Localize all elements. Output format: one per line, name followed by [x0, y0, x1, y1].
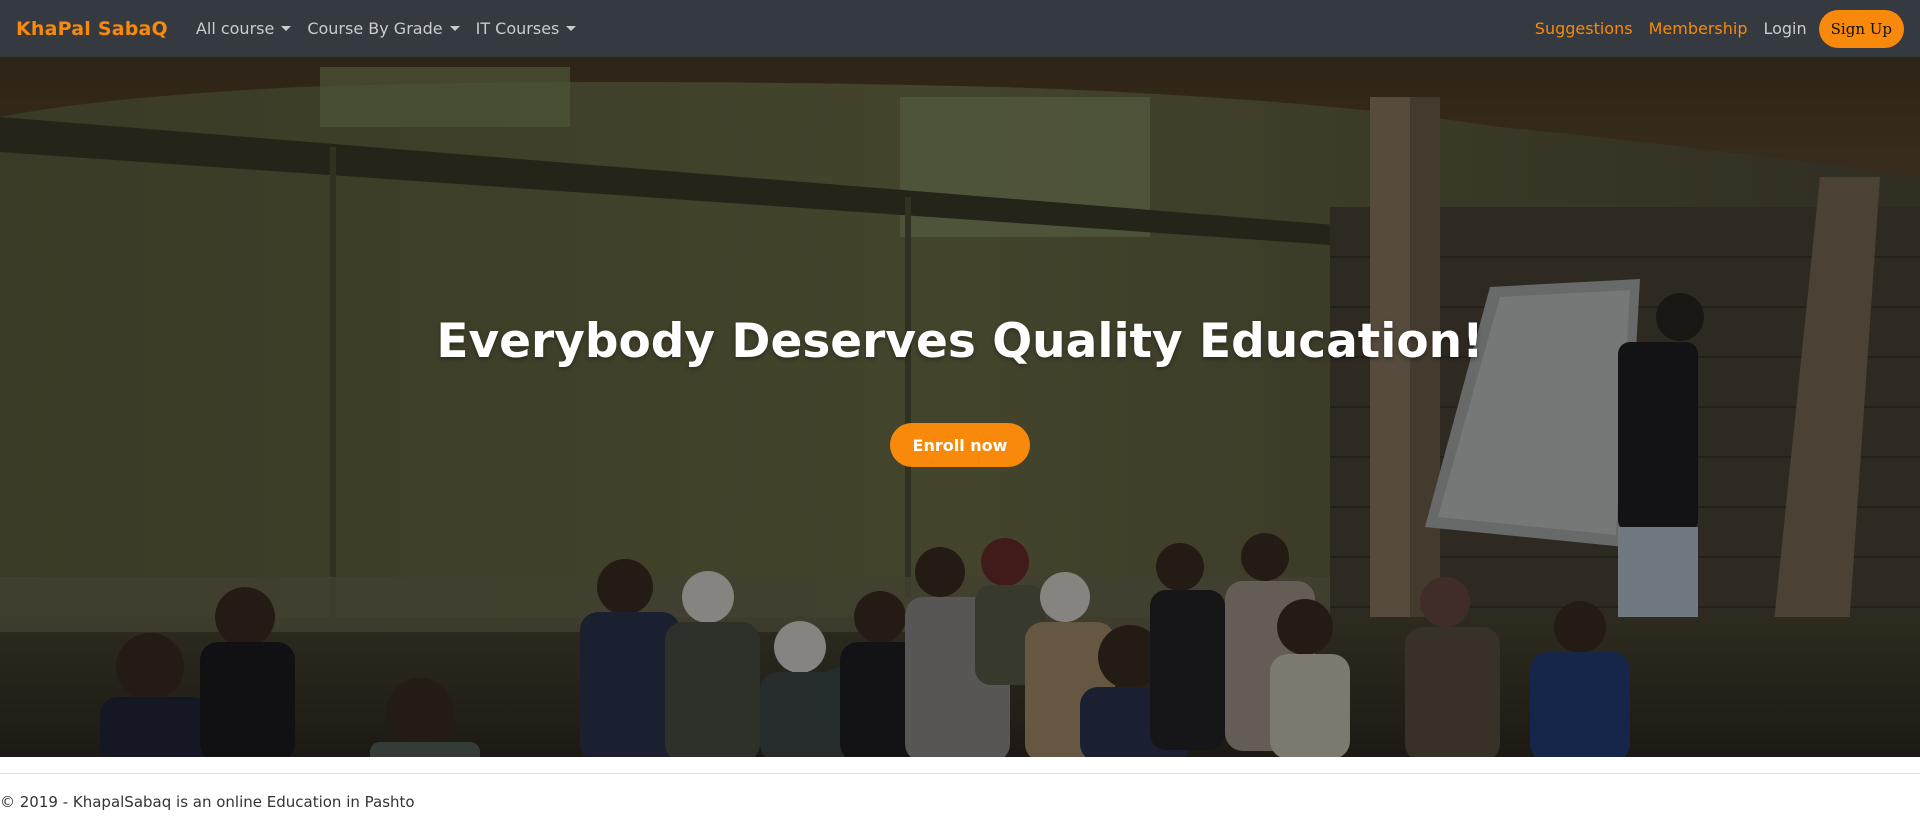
brand-logo[interactable]: KhaPal SabaQ [16, 18, 168, 40]
caret-down-icon [281, 26, 292, 31]
membership-link[interactable]: Membership [1641, 19, 1756, 38]
enroll-now-button[interactable]: Enroll now [890, 423, 1030, 467]
course-by-grade-dropdown[interactable]: Course By Grade [299, 19, 467, 38]
login-link[interactable]: Login [1755, 19, 1814, 38]
it-courses-label: IT Courses [475, 19, 560, 38]
all-course-dropdown[interactable]: All course [188, 19, 299, 38]
caret-down-icon [449, 26, 460, 31]
top-navbar: KhaPal SabaQ All course Course By Grade … [0, 0, 1920, 57]
it-courses-dropdown[interactable]: IT Courses [468, 19, 585, 38]
nav-menu-right: Suggestions Membership Login Sign Up [1527, 9, 1904, 48]
footer-divider [0, 773, 1920, 774]
footer-copyright: © 2019 - KhapalSabaq is an online Educat… [0, 793, 415, 811]
hero-banner: Everybody Deserves Quality Education! En… [0, 57, 1920, 757]
nav-menu-left: All course Course By Grade IT Courses [188, 19, 584, 38]
course-by-grade-label: Course By Grade [307, 19, 443, 38]
all-course-label: All course [195, 19, 275, 38]
caret-down-icon [566, 26, 577, 31]
suggestions-link[interactable]: Suggestions [1527, 19, 1641, 38]
signup-button[interactable]: Sign Up [1818, 9, 1904, 48]
hero-dark-overlay [0, 57, 1920, 757]
hero-title: Everybody Deserves Quality Education! [436, 314, 1484, 369]
